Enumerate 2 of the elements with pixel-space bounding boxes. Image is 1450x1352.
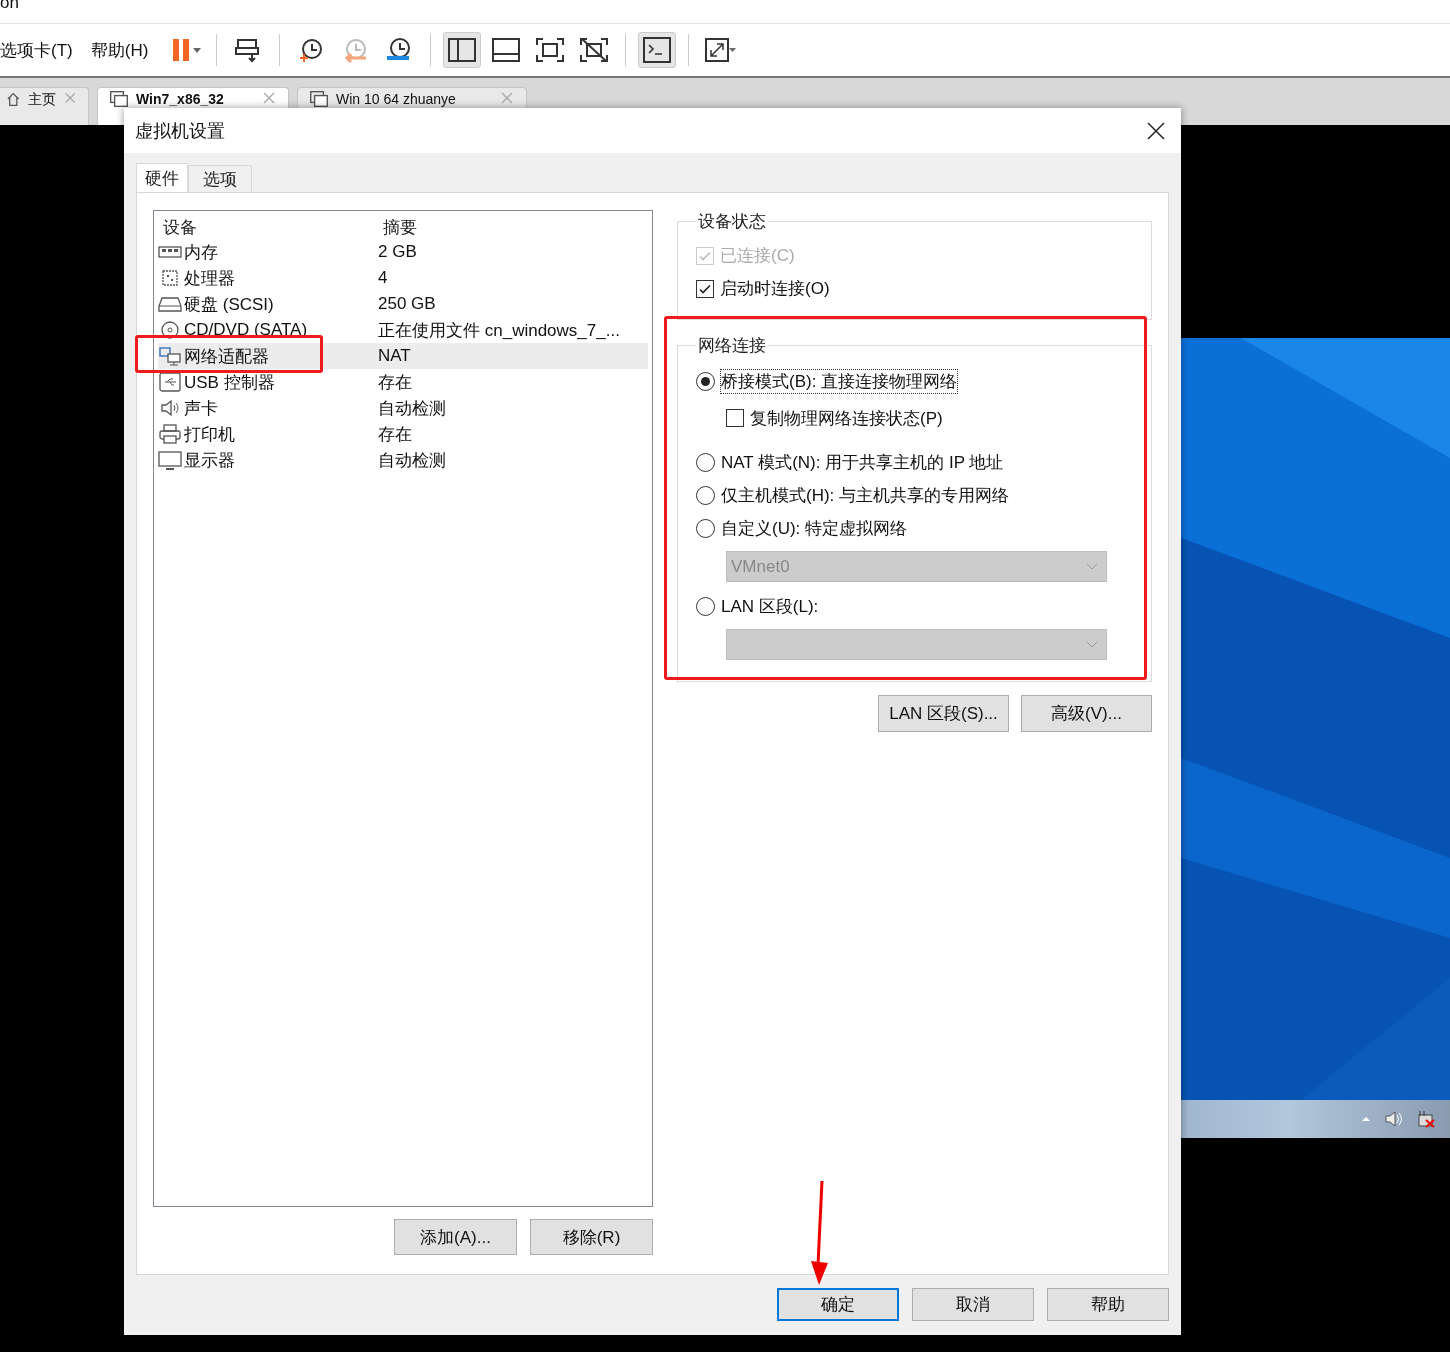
group-title: 设备状态 [697,211,767,233]
group-title: 网络连接 [697,335,767,357]
